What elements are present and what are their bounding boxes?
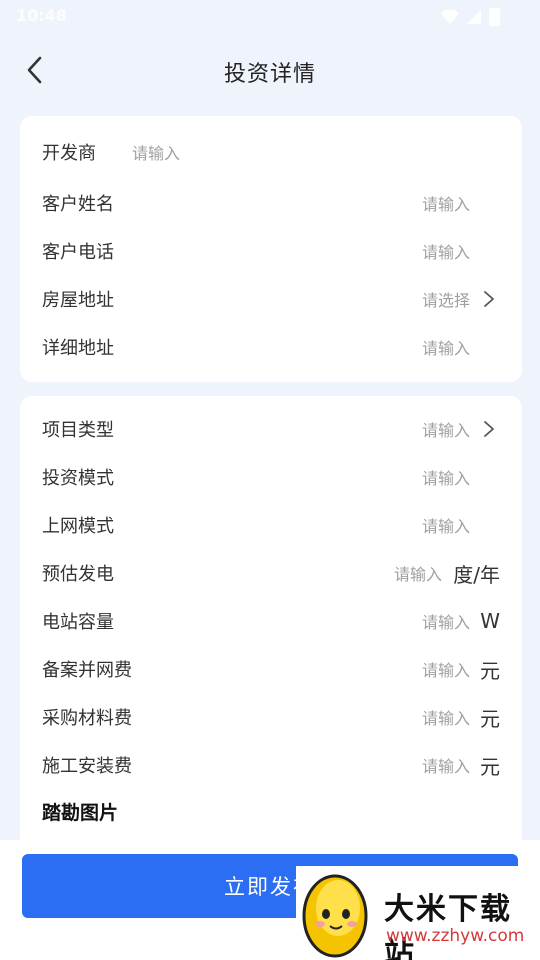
signal-icon — [467, 10, 481, 24]
row-customer-name[interactable]: 客户姓名 请输入 — [20, 183, 522, 223]
customer-name-label: 客户姓名 — [42, 194, 114, 215]
nav-bar: 投资详情 — [0, 40, 540, 100]
project-type-input[interactable]: 请输入 — [422, 417, 470, 441]
battery-icon — [489, 8, 500, 26]
estimated-generation-input[interactable]: 请输入 — [394, 561, 442, 585]
chevron-right-icon — [484, 291, 494, 307]
installation-fee-label: 施工安装费 — [42, 756, 132, 777]
project-info-card: 项目类型 请输入 投资模式 请输入 上网模式 请输入 预估发电 请输入 度/年 … — [20, 396, 522, 856]
customer-name-input[interactable]: 请输入 — [422, 191, 470, 215]
wifi-icon — [441, 10, 459, 24]
mascot-logo-icon — [302, 874, 368, 958]
installation-fee-unit: 元 — [480, 754, 500, 779]
filing-fee-unit: 元 — [480, 658, 500, 683]
watermark-title: 大米下载站 — [384, 892, 512, 960]
chevron-right-icon — [484, 421, 494, 437]
material-fee-unit: 元 — [480, 706, 500, 731]
investment-mode-label: 投资模式 — [42, 468, 114, 489]
watermark: 大米下载站 www.zzhyw.com — [296, 866, 540, 960]
estimated-generation-unit: 度/年 — [453, 562, 500, 587]
customer-info-card: 开发商 请输入 客户姓名 请输入 客户电话 请输入 房屋地址 请选择 详细地址 … — [20, 116, 522, 382]
grid-mode-label: 上网模式 — [42, 516, 114, 537]
material-fee-label: 采购材料费 — [42, 708, 132, 729]
row-estimated-generation[interactable]: 预估发电 请输入 度/年 — [20, 553, 522, 593]
row-filing-fee[interactable]: 备案并网费 请输入 元 — [20, 649, 522, 689]
filing-fee-input[interactable]: 请输入 — [422, 657, 470, 681]
detail-address-label: 详细地址 — [42, 338, 114, 359]
row-project-type[interactable]: 项目类型 请输入 — [20, 409, 522, 449]
survey-photos-title: 踏勘图片 — [42, 802, 119, 824]
status-icons — [441, 8, 500, 26]
station-capacity-unit: W — [480, 609, 500, 633]
detail-address-input[interactable]: 请输入 — [422, 335, 470, 359]
project-type-label: 项目类型 — [42, 420, 114, 441]
station-capacity-input[interactable]: 请输入 — [422, 609, 470, 633]
row-house-address[interactable]: 房屋地址 请选择 — [20, 279, 522, 319]
row-station-capacity[interactable]: 电站容量 请输入 W — [20, 601, 522, 641]
grid-mode-input[interactable]: 请输入 — [422, 513, 470, 537]
customer-phone-label: 客户电话 — [42, 242, 114, 263]
row-developer[interactable]: 开发商 请输入 — [20, 132, 522, 172]
row-installation-fee[interactable]: 施工安装费 请输入 元 — [20, 745, 522, 785]
developer-label: 开发商 — [42, 143, 96, 164]
investment-mode-input[interactable]: 请输入 — [422, 465, 470, 489]
page-title: 投资详情 — [223, 62, 316, 87]
developer-input[interactable]: 请输入 — [132, 140, 180, 164]
estimated-generation-label: 预估发电 — [42, 564, 114, 585]
watermark-url: www.zzhyw.com — [386, 926, 525, 946]
customer-phone-input[interactable]: 请输入 — [422, 239, 470, 263]
installation-fee-input[interactable]: 请输入 — [422, 753, 470, 777]
house-address-label: 房屋地址 — [42, 290, 114, 311]
row-material-fee[interactable]: 采购材料费 请输入 元 — [20, 697, 522, 737]
station-capacity-label: 电站容量 — [42, 612, 114, 633]
row-grid-mode[interactable]: 上网模式 请输入 — [20, 505, 522, 545]
row-investment-mode[interactable]: 投资模式 请输入 — [20, 457, 522, 497]
row-customer-phone[interactable]: 客户电话 请输入 — [20, 231, 522, 271]
house-address-select[interactable]: 请选择 — [422, 287, 470, 311]
material-fee-input[interactable]: 请输入 — [422, 705, 470, 729]
status-time: 10:48 — [16, 6, 67, 25]
status-bar: 10:48 — [0, 0, 540, 36]
filing-fee-label: 备案并网费 — [42, 660, 132, 681]
row-detail-address[interactable]: 详细地址 请输入 — [20, 327, 522, 367]
